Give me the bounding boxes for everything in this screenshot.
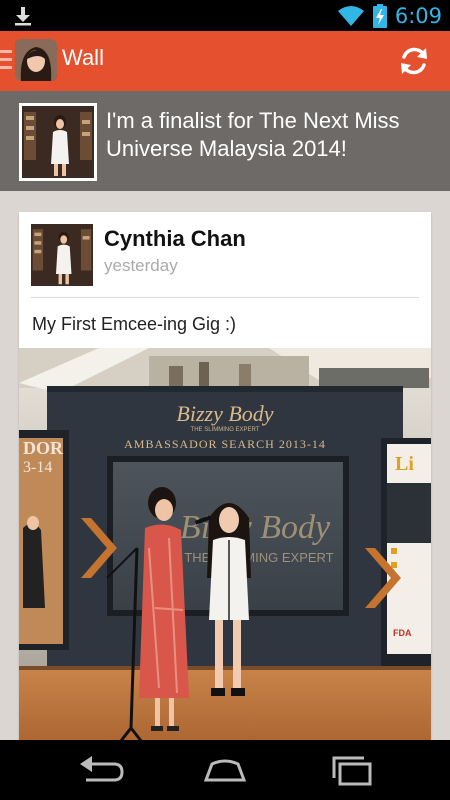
divider	[31, 297, 419, 298]
wifi-icon	[337, 5, 364, 26]
screen-brand: Bizzy Body	[180, 509, 331, 546]
author-name[interactable]: Cynthia Chan	[104, 226, 246, 252]
fda-badge: FDA	[393, 628, 412, 638]
download-icon	[15, 7, 31, 26]
refresh-icon[interactable]	[396, 43, 432, 79]
left-panel-text: DOR	[23, 438, 64, 458]
recent-apps-icon[interactable]	[326, 752, 376, 788]
post-card[interactable]: Cynthia Chan yesterday My First Emcee-in…	[19, 212, 431, 752]
post-photo[interactable]: Bizzy Body THE SLIMMING EXPERT AMBASSADO…	[19, 348, 431, 752]
photo-tagline: THE SLIMMING EXPERT	[191, 427, 260, 433]
svg-text:3-14: 3-14	[23, 459, 52, 476]
status-bar: 6:09	[0, 0, 450, 31]
right-panel-text: Li	[395, 453, 414, 475]
status-header: I'm a finalist for The Next Miss Univers…	[0, 91, 450, 191]
photo-event: AMBASSADOR SEARCH 2013-14	[124, 437, 326, 451]
photo-brand: Bizzy Body	[176, 401, 273, 426]
status-text: I'm a finalist for The Next Miss Univers…	[106, 108, 400, 161]
navigation-bar	[0, 740, 450, 800]
back-icon[interactable]	[76, 752, 126, 788]
action-bar: Wall	[0, 31, 450, 91]
home-icon[interactable]	[200, 752, 250, 788]
author-avatar[interactable]	[31, 224, 93, 286]
page-title[interactable]: Wall	[62, 45, 104, 71]
battery-charging-icon	[372, 3, 387, 28]
menu-indicator-icon[interactable]	[0, 50, 12, 72]
status-thumbnail[interactable]	[19, 103, 97, 181]
avatar[interactable]	[15, 39, 57, 81]
clock: 6:09	[394, 3, 442, 28]
post-text: My First Emcee-ing Gig :)	[32, 314, 237, 334]
post-timestamp: yesterday	[104, 256, 178, 275]
screen-tagline: THE SLIMMING EXPERT	[184, 550, 333, 565]
